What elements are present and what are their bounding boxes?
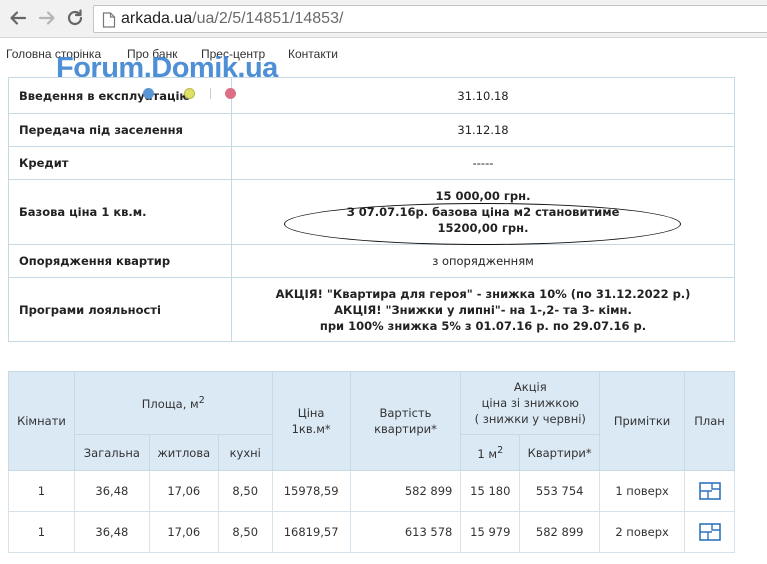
col-promo-line1: Акція: [513, 380, 547, 394]
cell-notes: 1 поверх: [599, 470, 686, 512]
cell-area-kitchen: 8,50: [217, 511, 273, 553]
cell-plan[interactable]: [684, 470, 735, 512]
url-text: arkada.ua/ua/2/5/14851/14853/: [121, 10, 343, 28]
apartments-table: Кімнати Площа, м2 Ціна 1кв.м* Вартість ква…: [8, 371, 735, 553]
info-label: Передача під заселення: [8, 113, 232, 147]
decorative-dots: [137, 88, 247, 100]
table-row: 1 36,48 17,06 8,50 15978,59 582 899 15 1…: [8, 470, 735, 512]
base-price-line: 15 000,00 грн.: [435, 189, 531, 203]
forward-arrow-icon: [38, 11, 55, 25]
floor-plan-icon[interactable]: [698, 482, 721, 500]
base-price-new-value: 15200,00 грн.: [437, 221, 529, 235]
cell-price: 15978,59: [271, 470, 351, 512]
cell-promo-apartment: 553 754: [519, 470, 601, 512]
info-label: Програми лояльності: [8, 277, 232, 342]
divider: [210, 88, 211, 99]
cell-promo-apartment: 582 899: [519, 511, 601, 553]
table-row: 1 36,48 17,06 8,50 16819,57 613 578 15 9…: [8, 511, 735, 553]
cell-plan[interactable]: [684, 511, 735, 553]
col-promo-m2: 1 м2: [460, 434, 521, 471]
blue-dot-icon: [143, 88, 154, 99]
project-info-table: Введення в експлуатацію 31.10.18 Передач…: [8, 77, 735, 342]
col-cost-line2: квартири*: [374, 422, 437, 436]
back-arrow-icon: [10, 11, 27, 25]
col-price-line1: Ціна: [297, 406, 325, 420]
info-value: 15 000,00 грн. З 07.07.16р. базова ціна …: [231, 179, 735, 245]
base-price-new-note: З 07.07.16р. базова ціна м2 становитиме: [346, 205, 620, 219]
cell-rooms: 1: [8, 511, 75, 553]
yellow-dot-icon: [184, 88, 195, 99]
info-value: 31.12.18: [231, 113, 735, 147]
col-plan: План: [684, 371, 735, 471]
info-row-loyalty: Програми лояльності АКЦІЯ! "Квартира для…: [8, 277, 735, 342]
col-area: Площа, м2: [73, 371, 273, 435]
url-domain: arkada.ua: [121, 10, 193, 27]
info-row-credit: Кредит -----: [8, 146, 735, 180]
col-cost-line1: Вартість: [379, 406, 432, 420]
cell-area-kitchen: 8,50: [217, 470, 273, 512]
info-row-commissioning: Введення в експлуатацію 31.10.18: [8, 77, 735, 114]
loyalty-promo-terms: при 100% знижка 5% з 01.07.16 р. по 29.0…: [319, 318, 647, 333]
cell-cost: 582 899: [349, 470, 462, 512]
forward-button[interactable]: [35, 6, 59, 30]
col-promo-line2: ціна зі знижкою: [481, 396, 579, 410]
info-label: Базова ціна 1 кв.м.: [8, 179, 232, 245]
cell-notes: 2 поверх: [599, 511, 686, 553]
loyalty-promo-july: АКЦІЯ! "Знижки у липні"- на 1-,2- та 3- …: [334, 302, 632, 317]
info-label: Кредит: [8, 146, 232, 180]
col-area-label: Площа, м: [141, 396, 199, 411]
cell-area-living: 17,06: [148, 470, 219, 512]
page-icon: [102, 12, 116, 28]
loyalty-promo-hero: АКЦІЯ! "Квартира для героя" - знижка 10%…: [275, 286, 691, 301]
info-row-base-price: Базова ціна 1 кв.м. 15 000,00 грн. З 07.…: [8, 179, 735, 245]
col-promo: Акція ціна зі знижкою ( знижки у червні): [460, 371, 601, 435]
col-area-sup: 2: [198, 395, 205, 407]
floor-plan-icon[interactable]: [698, 523, 721, 541]
col-promo-apartment: Квартири*: [519, 434, 601, 471]
col-area-total: Загальна: [73, 434, 150, 471]
cell-promo-m2: 15 979: [460, 511, 521, 553]
menu-item-contacts[interactable]: Контакти: [288, 47, 338, 61]
col-notes: Примітки: [599, 371, 686, 471]
browser-toolbar: arkada.ua/ua/2/5/14851/14853/: [0, 0, 767, 38]
cell-price: 16819,57: [271, 511, 351, 553]
col-rooms: Кімнати: [8, 371, 75, 471]
col-promo-line3: ( знижки у червні): [474, 412, 586, 426]
url-path: /ua/2/5/14851/14853/: [192, 10, 344, 27]
cell-promo-m2: 15 180: [460, 470, 521, 512]
back-button[interactable]: [6, 6, 30, 30]
table-header-row: Кімнати Площа, м2 Ціна 1кв.м* Вартість ква…: [8, 371, 735, 471]
col-area-kitchen: кухні: [217, 434, 273, 471]
info-value: 31.10.18: [231, 77, 735, 114]
cell-rooms: 1: [8, 470, 75, 512]
cell-area-total: 36,48: [73, 470, 150, 512]
cell-area-total: 36,48: [73, 511, 150, 553]
col-promo-m2-sup: 2: [497, 444, 504, 456]
address-bar[interactable]: arkada.ua/ua/2/5/14851/14853/: [93, 5, 767, 33]
info-value: -----: [231, 146, 735, 180]
info-row-handover: Передача під заселення 31.12.18: [8, 113, 735, 147]
info-label: Опорядження квартир: [8, 244, 232, 278]
col-price: Ціна 1кв.м*: [271, 371, 351, 471]
info-value: АКЦІЯ! "Квартира для героя" - знижка 10%…: [231, 277, 735, 342]
col-promo-m2-label: 1 м: [477, 446, 498, 461]
info-row-finishing: Опорядження квартир з опорядженням: [8, 244, 735, 278]
pink-dot-icon: [225, 88, 236, 99]
reload-button[interactable]: [63, 6, 87, 30]
col-price-line2: 1кв.м*: [291, 422, 331, 436]
col-cost: Вартість квартири*: [349, 371, 462, 471]
cell-area-living: 17,06: [148, 511, 219, 553]
reload-icon: [67, 9, 83, 26]
col-area-living: житлова: [148, 434, 219, 471]
info-value: з опорядженням: [231, 244, 735, 278]
cell-cost: 613 578: [349, 511, 462, 553]
